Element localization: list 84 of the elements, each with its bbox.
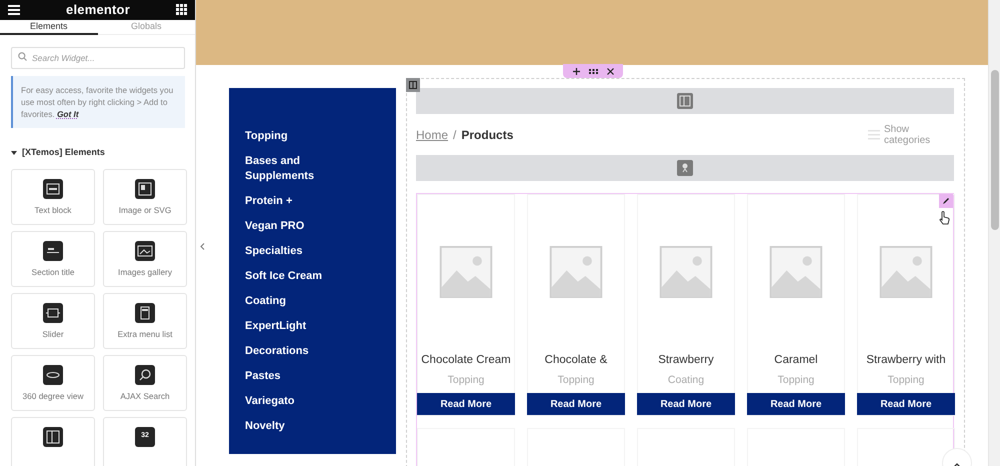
menu-list-icon [135,302,155,323]
product-category: Topping [778,372,814,388]
widget-label: 360 degree view [22,390,84,402]
widget-label: Extra menu list [118,328,172,340]
product-category: Topping [888,372,924,388]
category-link[interactable]: Soft Ice Cream [245,269,356,284]
product-name[interactable]: Chocolate Cream [421,352,511,370]
widget-tile[interactable]: Text block [11,168,95,225]
notice-text: For easy access, favorite the widgets you use most often by right clicking > Add to favorites. Got It [21,84,174,120]
caret-down-icon[interactable] [11,150,17,156]
widget-tile[interactable]: Extra menu list [103,292,187,349]
product-name[interactable]: Strawberry [658,352,714,370]
category-link[interactable]: Specialties [245,244,356,259]
section-title: [XTemos] Elements [22,146,105,160]
text-block-icon [43,178,63,199]
breadcrumb-link[interactable]: Home [416,126,448,144]
product-category: Topping [448,372,484,388]
category-link[interactable]: Variegato [245,394,356,409]
read-more-button[interactable]: Read More [857,393,955,415]
edit-button[interactable] [939,194,953,208]
widget-label: Image or SVG [118,204,172,216]
close-icon[interactable] [606,68,614,74]
layout-icon [43,426,63,447]
read-more-button[interactable]: Read More [747,393,845,415]
widget-label: Images gallery [118,266,172,278]
widget-label: Slider [42,328,64,340]
column-handle[interactable] [406,78,420,92]
product-name[interactable]: Caramel [774,352,818,370]
read-more-button[interactable]: Read More [637,393,735,415]
search-icon [135,364,155,385]
widget-tile[interactable]: Slider [11,292,95,349]
widget-tile[interactable] [11,416,95,466]
hand-cursor-icon [939,211,950,225]
product-category: Coating [668,372,704,388]
rotation-icon [43,364,63,385]
product-name[interactable]: Strawberry with [866,352,946,370]
category-link[interactable]: Coating [245,294,356,309]
got-it-link[interactable]: Got It [56,109,79,120]
panel-tab[interactable]: Elements [0,20,98,35]
widget-tile[interactable]: 360 degree view [11,354,95,411]
app-logo: elementor [66,1,130,19]
chevron-left-icon [200,242,204,250]
slider-icon [43,302,63,323]
menu-icon[interactable] [8,4,20,15]
category-link[interactable]: Pastes [245,369,356,384]
apps-grid-icon[interactable] [176,4,187,16]
category-link[interactable]: Protein + [245,194,356,209]
widget-label: Section title [32,266,74,278]
image-placeholder-icon [878,246,934,298]
product-category: Topping [558,372,594,388]
widget-tile[interactable]: Images gallery [103,230,187,287]
category-link[interactable]: ExpertLight [245,319,356,334]
widget-tile[interactable]: AJAX Search [103,354,187,411]
scrollbar[interactable] [988,0,1000,466]
widget-tile[interactable]: Image or SVG [103,168,187,225]
category-link[interactable]: Bases and Supplements [245,154,356,184]
category-link[interactable]: Topping [245,129,356,144]
image-placeholder-icon [658,246,714,298]
title-icon [43,240,63,261]
image-placeholder-icon [548,246,604,298]
category-link[interactable]: Vegan PRO [245,219,356,234]
image-placeholder-icon [438,246,494,298]
widget-tile[interactable]: Section title [11,230,95,287]
drag-icon[interactable] [588,68,598,74]
image-icon [135,178,155,199]
widget-label: AJAX Search [120,390,170,402]
widget-label: Text block [34,204,72,216]
search-icon [18,52,27,61]
section-handle[interactable] [563,64,623,78]
product-name[interactable]: Chocolate & [544,352,608,370]
category-link[interactable]: Novelty [245,419,356,434]
pencil-icon [942,197,950,205]
gallery-icon [135,240,155,261]
columns-icon [409,81,417,89]
image-placeholder-icon [768,246,824,298]
read-more-button[interactable]: Read More [527,393,625,415]
breadcrumb-current: Products [461,126,514,144]
plus-icon[interactable] [572,68,580,74]
search-field[interactable]: Search Widget... [11,47,185,69]
badge-icon [677,160,693,176]
read-more-button[interactable]: Read More [417,393,515,415]
breadcrumb-separator: / [453,126,456,144]
sidebar-icon [677,93,693,109]
category-link[interactable]: Decorations [245,344,356,359]
